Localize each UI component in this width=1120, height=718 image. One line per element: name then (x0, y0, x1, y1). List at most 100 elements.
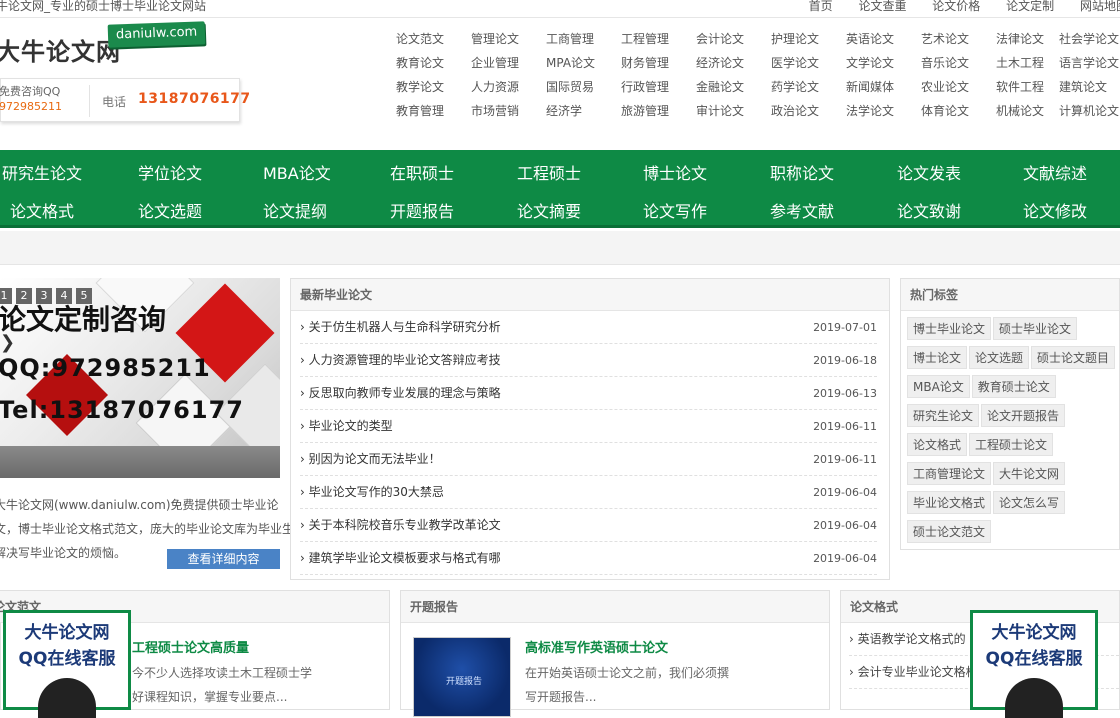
qq-contact[interactable]: 免费咨询QQ 972985211 (0, 84, 62, 114)
nav-item[interactable]: 论文修改 (1023, 198, 1087, 222)
category-link[interactable]: 工程管理 (621, 30, 669, 47)
list-item[interactable]: 关于本科院校音乐专业教学改革论文 2019-06-04 (300, 509, 877, 542)
category-link[interactable]: 管理论文 (471, 30, 519, 47)
tag-link[interactable]: 教育硕士论文 (971, 375, 1056, 398)
article-title[interactable]: 毕业论文写作的30大禁忌 (300, 476, 444, 509)
tag-link[interactable]: 论文格式 (907, 433, 968, 456)
nav-item[interactable]: 工程硕士 (517, 160, 581, 184)
category-link[interactable]: 审计论文 (696, 102, 744, 119)
nav-item[interactable]: 参考文献 (770, 198, 834, 222)
category-link[interactable]: 文学论文 (846, 54, 894, 71)
category-link[interactable]: 艺术论文 (921, 30, 969, 47)
tag-link[interactable]: 工程硕士论文 (969, 433, 1054, 456)
category-link[interactable]: 法律论文 (996, 30, 1044, 47)
tag-link[interactable]: 硕士论文范文 (907, 520, 992, 543)
category-link[interactable]: 建筑论文 (1059, 78, 1107, 95)
featured-article-title[interactable]: 工程硕士论文高质量 (132, 637, 249, 656)
category-link[interactable]: 计算机论文 (1059, 102, 1119, 119)
category-link[interactable]: 教学论文 (396, 78, 444, 95)
category-link[interactable]: 农业论文 (921, 78, 969, 95)
list-item[interactable]: 毕业论文写作的30大禁忌 2019-06-04 (300, 476, 877, 509)
article-title[interactable]: 别因为论文而无法毕业！ (300, 443, 441, 476)
nav-item[interactable]: 研究生论文 (2, 160, 82, 184)
top-link-home[interactable]: 首页 (809, 0, 833, 13)
category-link[interactable]: 教育论文 (396, 54, 444, 71)
category-link[interactable]: 社会学论文 (1059, 30, 1119, 47)
tag-link[interactable]: 大牛论文网 (993, 462, 1066, 485)
category-link[interactable]: 体育论文 (921, 102, 969, 119)
list-item[interactable]: 人力资源管理的毕业论文答辩应考技 2019-06-18 (300, 344, 877, 377)
tag-link[interactable]: 论文选题 (969, 346, 1030, 369)
tag-link[interactable]: 毕业论文格式 (907, 491, 992, 514)
list-item[interactable]: 别因为论文而无法毕业！ 2019-06-11 (300, 443, 877, 476)
nav-item[interactable]: 博士论文 (643, 160, 707, 184)
category-link[interactable]: 机械论文 (996, 102, 1044, 119)
category-link[interactable]: 经济学 (546, 102, 582, 119)
category-link[interactable]: 企业管理 (471, 54, 519, 71)
top-link-custom[interactable]: 论文定制 (1006, 0, 1054, 13)
view-details-button[interactable]: 查看详细内容 (167, 549, 280, 569)
category-link[interactable]: 经济论文 (696, 54, 744, 71)
nav-item[interactable]: 论文摘要 (517, 198, 581, 222)
category-link[interactable]: 论文范文 (396, 30, 444, 47)
nav-item[interactable]: 论文发表 (897, 160, 961, 184)
nav-item[interactable]: 论文选题 (138, 198, 202, 222)
tag-link[interactable]: 研究生论文 (907, 404, 980, 427)
list-item[interactable]: 关于仿生机器人与生命科学研究分析 2019-07-01 (300, 311, 877, 344)
category-link[interactable]: 行政管理 (621, 78, 669, 95)
nav-item[interactable]: 文献综述 (1023, 160, 1087, 184)
article-title[interactable]: 关于本科院校音乐专业教学改革论文 (300, 509, 501, 542)
category-link[interactable]: 财务管理 (621, 54, 669, 71)
article-title[interactable]: 反思取向教师专业发展的理念与策略 (300, 377, 501, 410)
category-link[interactable]: 法学论文 (846, 102, 894, 119)
list-item[interactable]: 毕业论文的类型 2019-06-11 (300, 410, 877, 443)
nav-item[interactable]: 职称论文 (770, 160, 834, 184)
nav-item[interactable]: 论文提纲 (263, 198, 327, 222)
category-link[interactable]: 药学论文 (771, 78, 819, 95)
nav-item[interactable]: 在职硕士 (390, 160, 454, 184)
category-link[interactable]: 软件工程 (996, 78, 1044, 95)
list-item[interactable]: 反思取向教师专业发展的理念与策略 2019-06-13 (300, 377, 877, 410)
qq-service-widget-right[interactable]: 大牛论文网 QQ在线客服 (970, 610, 1098, 718)
category-link[interactable]: 音乐论文 (921, 54, 969, 71)
top-link-sitemap[interactable]: 网站地图 (1080, 0, 1120, 13)
category-link[interactable]: 新闻媒体 (846, 78, 894, 95)
featured-article-title[interactable]: 高标准写作英语硕士论文 (525, 637, 668, 656)
nav-item[interactable]: 开题报告 (390, 198, 454, 222)
article-title[interactable]: 毕业论文的类型 (300, 410, 393, 443)
tag-link[interactable]: 硕士毕业论文 (993, 317, 1078, 340)
category-link[interactable]: 土木工程 (996, 54, 1044, 71)
tag-link[interactable]: 论文怎么写 (993, 491, 1066, 514)
category-link[interactable]: 人力资源 (471, 78, 519, 95)
category-link[interactable]: 旅游管理 (621, 102, 669, 119)
nav-item[interactable]: 论文格式 (10, 198, 74, 222)
category-link[interactable]: 会计论文 (696, 30, 744, 47)
qq-service-widget-left[interactable]: 大牛论文网 QQ在线客服 (3, 610, 131, 718)
article-thumbnail[interactable]: 开题报告 (413, 637, 511, 717)
category-link[interactable]: MPA论文 (546, 54, 595, 71)
nav-item[interactable]: 论文致谢 (897, 198, 961, 222)
nav-item[interactable]: 学位论文 (138, 160, 202, 184)
site-logo[interactable]: 大牛论文网 (0, 32, 121, 67)
category-link[interactable]: 国际贸易 (546, 78, 594, 95)
category-link[interactable]: 工商管理 (546, 30, 594, 47)
tag-link[interactable]: MBA论文 (907, 375, 970, 398)
category-link[interactable]: 市场营销 (471, 102, 519, 119)
tag-link[interactable]: 博士论文 (907, 346, 968, 369)
category-link[interactable]: 政治论文 (771, 102, 819, 119)
category-link[interactable]: 教育管理 (396, 102, 444, 119)
tag-link[interactable]: 博士毕业论文 (907, 317, 992, 340)
article-title[interactable]: 建筑学毕业论文模板要求与格式有哪 (300, 542, 501, 575)
tag-link[interactable]: 论文开题报告 (981, 404, 1066, 427)
nav-item[interactable]: MBA论文 (263, 160, 331, 184)
article-title[interactable]: 关于仿生机器人与生命科学研究分析 (300, 311, 501, 344)
category-link[interactable]: 语言学论文 (1059, 54, 1119, 71)
article-title[interactable]: 人力资源管理的毕业论文答辩应考技 (300, 344, 501, 377)
category-link[interactable]: 医学论文 (771, 54, 819, 71)
tag-link[interactable]: 硕士论文题目 (1031, 346, 1116, 369)
category-link[interactable]: 英语论文 (846, 30, 894, 47)
top-link-price[interactable]: 论文价格 (932, 0, 980, 13)
category-link[interactable]: 护理论文 (771, 30, 819, 47)
list-item[interactable]: 建筑学毕业论文模板要求与格式有哪 2019-06-04 (300, 542, 877, 575)
nav-item[interactable]: 论文写作 (643, 198, 707, 222)
